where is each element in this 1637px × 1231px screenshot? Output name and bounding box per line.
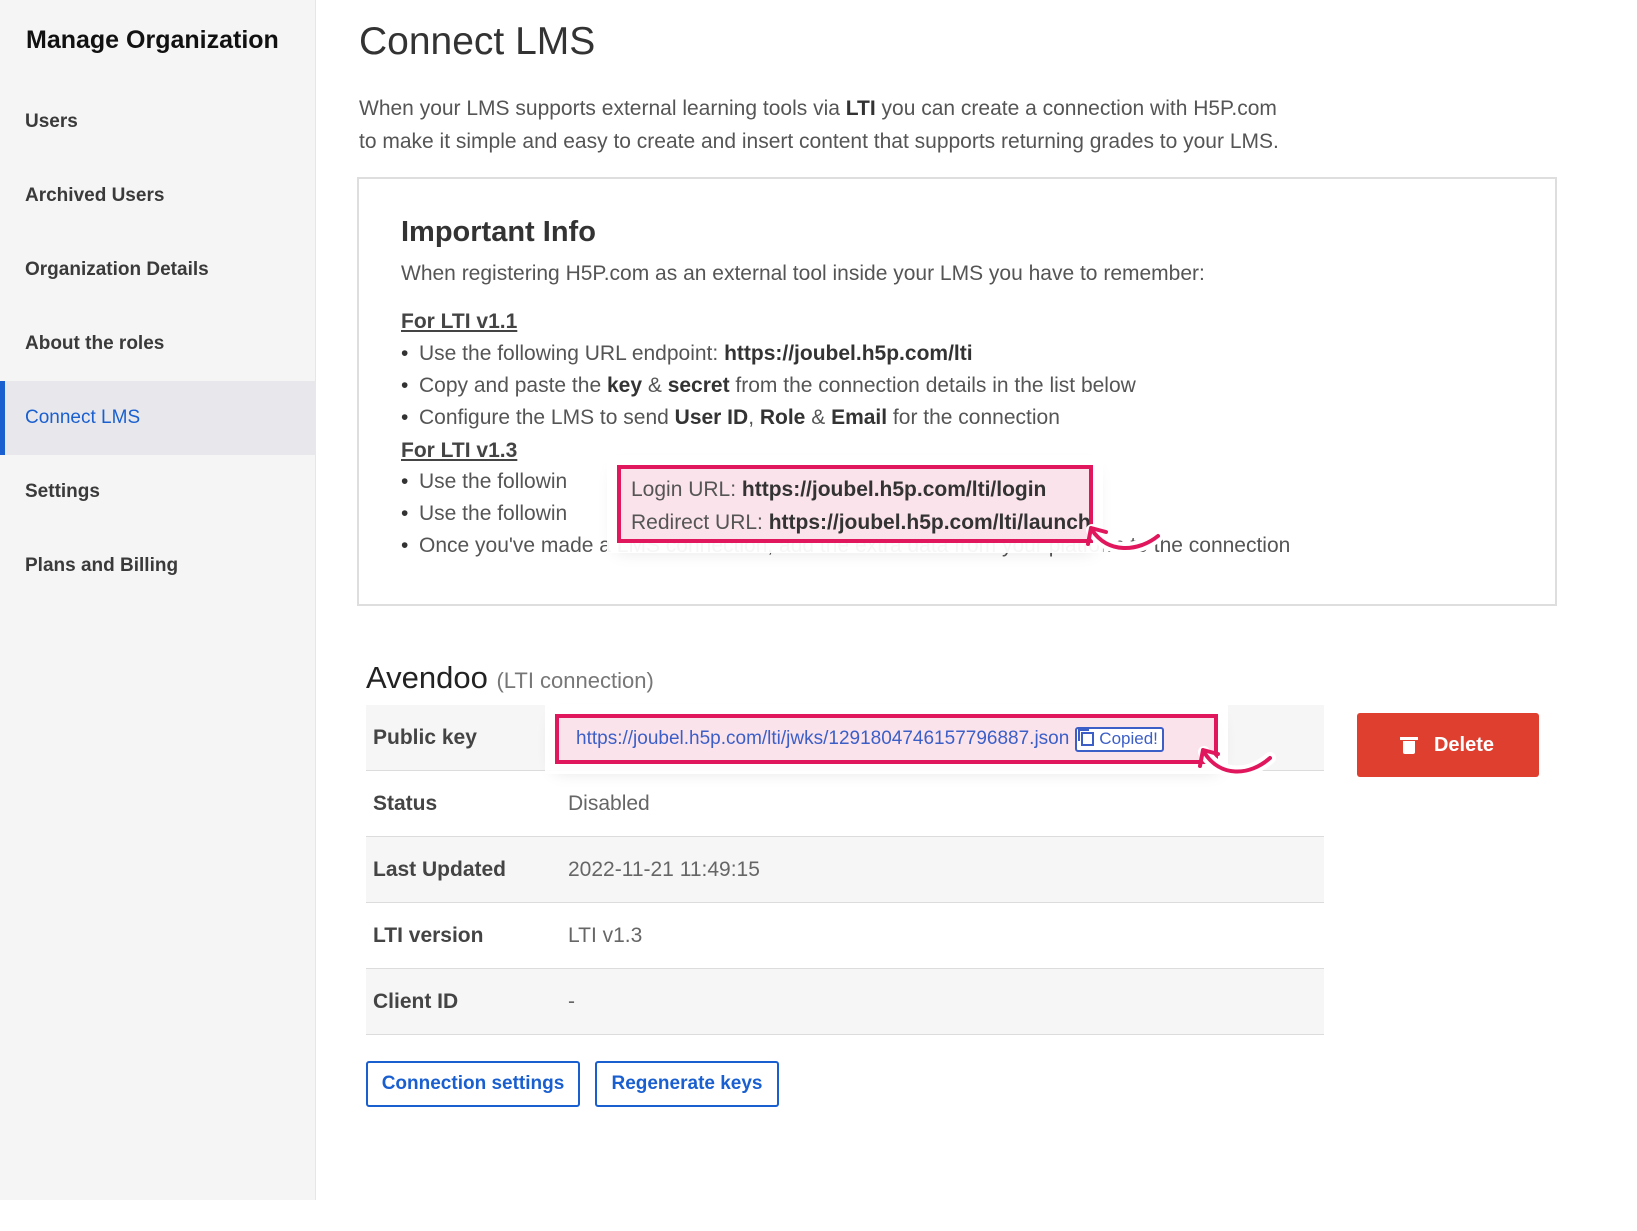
regenerate-keys-button[interactable]: Regenerate keys bbox=[595, 1061, 779, 1107]
table-row: Status Disabled bbox=[366, 771, 1324, 837]
lti13-urls-callout: Login URL: https://joubel.h5p.com/lti/lo… bbox=[617, 465, 1093, 543]
connection-type: (LTI connection) bbox=[496, 668, 654, 693]
sidebar-item-users[interactable]: Users bbox=[0, 85, 316, 159]
lti11-b3-t1: Configure the LMS to send bbox=[419, 406, 675, 429]
lti11-b3-userid: User ID bbox=[674, 406, 749, 429]
lti11-b2-t3: from the connection details in the list … bbox=[729, 374, 1136, 397]
lti11-b3-t4: for the connection bbox=[887, 406, 1060, 429]
page-title: Connect LMS bbox=[359, 20, 596, 63]
sidebar: Manage Organization Users Archived Users… bbox=[0, 0, 316, 1200]
row-value-last-updated: 2022-11-21 11:49:15 bbox=[568, 857, 760, 881]
intro-part2: you can create a connection with H5P.com bbox=[875, 97, 1277, 120]
row-value-client-id: - bbox=[568, 989, 575, 1013]
row-key-public-key: Public key bbox=[373, 725, 477, 749]
sidebar-item-about-roles[interactable]: About the roles bbox=[0, 307, 316, 381]
table-row: Client ID - bbox=[366, 969, 1324, 1035]
public-key-link[interactable]: https://joubel.h5p.com/lti/jwks/12918047… bbox=[576, 728, 1069, 750]
lti11-b2-key: key bbox=[606, 374, 643, 397]
lti11-b3-t3: & bbox=[805, 406, 832, 429]
connection-name: Avendoo bbox=[366, 660, 488, 695]
copied-label: Copied! bbox=[1099, 729, 1158, 748]
sidebar-title: Manage Organization bbox=[26, 26, 279, 54]
row-value-lti-version: LTI v1.3 bbox=[568, 923, 643, 947]
lti13-heading: For LTI v1.3 bbox=[401, 439, 518, 462]
login-url-label: Login URL: bbox=[631, 478, 742, 501]
connection-title: Avendoo (LTI connection) bbox=[366, 660, 654, 696]
intro-bold: LTI bbox=[845, 97, 876, 120]
lti13-bullet-redirect: Use the followin bbox=[401, 502, 567, 526]
lti11-heading: For LTI v1.1 bbox=[401, 310, 518, 333]
row-key-last-updated: Last Updated bbox=[373, 857, 507, 881]
row-key-lti-version: LTI version bbox=[373, 923, 484, 947]
row-key-status: Status bbox=[373, 791, 438, 815]
delete-button[interactable]: Delete bbox=[1357, 713, 1539, 777]
connection-settings-button[interactable]: Connection settings bbox=[366, 1061, 580, 1107]
table-row: LTI version LTI v1.3 bbox=[366, 903, 1324, 969]
redirect-url-label: Redirect URL: bbox=[631, 511, 769, 534]
lti11-b2-t2: & bbox=[642, 374, 668, 397]
redirect-url: https://joubel.h5p.com/lti/launch bbox=[768, 511, 1091, 534]
trash-icon bbox=[1399, 736, 1418, 754]
lti11-b3-t2: , bbox=[748, 406, 760, 429]
lti11-bullet-configure: Configure the LMS to send User ID, Role … bbox=[401, 406, 1060, 430]
login-url: https://joubel.h5p.com/lti/login bbox=[741, 478, 1047, 501]
callout-arrow-icon bbox=[1086, 524, 1164, 554]
lti13-bullet-login: Use the followin bbox=[401, 470, 567, 494]
lti11-bullet-key-secret: Copy and paste the key & secret from the… bbox=[401, 374, 1136, 398]
copy-icon bbox=[1078, 729, 1095, 746]
row-key-client-id: Client ID bbox=[373, 989, 459, 1013]
sidebar-item-connect-lms[interactable]: Connect LMS bbox=[0, 381, 316, 455]
lti11-b1-url: https://joubel.h5p.com/lti bbox=[724, 342, 973, 365]
intro-part1: When your LMS supports external learning… bbox=[359, 97, 846, 120]
lti11-b1-text: Use the following URL endpoint: bbox=[419, 342, 725, 365]
intro-line2: to make it simple and easy to create and… bbox=[359, 130, 1279, 153]
login-url-line: Login URL: https://joubel.h5p.com/lti/lo… bbox=[631, 473, 1089, 506]
sidebar-item-archived-users[interactable]: Archived Users bbox=[0, 159, 316, 233]
sidebar-item-plans-billing[interactable]: Plans and Billing bbox=[0, 529, 316, 603]
redirect-url-line: Redirect URL: https://joubel.h5p.com/lti… bbox=[631, 506, 1091, 539]
intro-text: When your LMS supports external learning… bbox=[359, 92, 1319, 158]
lti11-b3-email: Email bbox=[831, 406, 888, 429]
public-key-arrow-icon bbox=[1198, 746, 1276, 778]
sidebar-item-settings[interactable]: Settings bbox=[0, 455, 316, 529]
delete-label: Delete bbox=[1433, 733, 1495, 756]
sidebar-item-organization-details[interactable]: Organization Details bbox=[0, 233, 316, 307]
lti11-b3-role: Role bbox=[759, 406, 806, 429]
lti11-bullet-endpoint: Use the following URL endpoint: https://… bbox=[401, 342, 973, 366]
info-subtitle: When registering H5P.com as an external … bbox=[401, 262, 1205, 285]
row-value-status: Disabled bbox=[568, 791, 650, 815]
sidebar-nav: Users Archived Users Organization Detail… bbox=[0, 85, 316, 603]
copy-button[interactable]: Copied! bbox=[1075, 726, 1164, 752]
table-row: Last Updated 2022-11-21 11:49:15 bbox=[366, 837, 1324, 903]
public-key-callout: https://joubel.h5p.com/lti/jwks/12918047… bbox=[555, 714, 1218, 764]
info-title: Important Info bbox=[401, 216, 596, 248]
lti11-b2-t1: Copy and paste the bbox=[419, 374, 607, 397]
lti11-b2-secret: secret bbox=[667, 374, 730, 397]
